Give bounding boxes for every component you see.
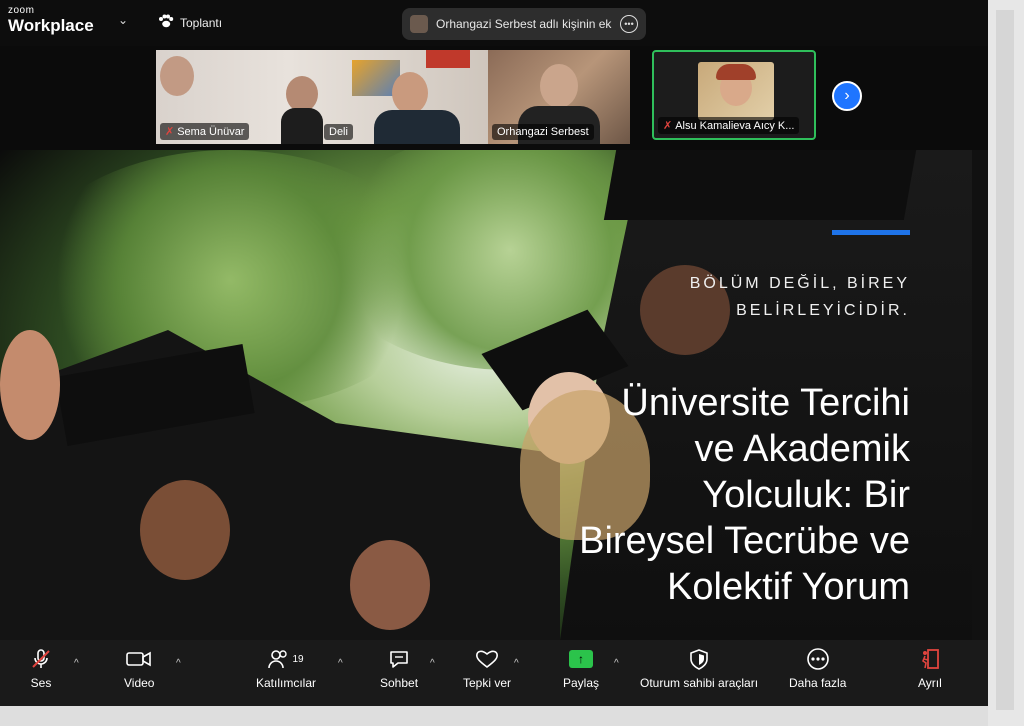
more-options-icon[interactable]: •••: [620, 15, 638, 33]
graduate-face: [350, 540, 430, 630]
slide-accent-line: [832, 230, 910, 235]
next-page-button[interactable]: ›: [832, 81, 862, 111]
exit-door-icon: [919, 648, 941, 670]
share-arrow-icon: ↑: [569, 648, 594, 670]
chat-button[interactable]: Sohbet: [380, 648, 418, 690]
leave-button[interactable]: Ayrıl: [918, 648, 942, 690]
participant-name-label: ✗ Alsu Kamalieva Aıcy K...: [658, 117, 800, 134]
chat-bubble-icon: [388, 648, 410, 670]
video-button[interactable]: Video: [124, 648, 154, 690]
shared-screen: BÖLÜM DEĞİL, BİREY BELİRLEYİCİDİR. Ünive…: [0, 150, 972, 640]
screen-share-indicator[interactable]: Orhangazi Serbest adlı kişinin ekra •••: [402, 8, 646, 40]
logo-small: zoom: [8, 5, 35, 16]
participant-tile[interactable]: ✗ Sema Ünüvar Deli: [156, 50, 488, 144]
mic-muted-icon: ✗: [165, 126, 175, 138]
chat-options-caret[interactable]: ^: [430, 658, 435, 669]
chevron-right-icon: ›: [844, 87, 850, 104]
paw-icon: [158, 14, 174, 31]
slide-tagline: BÖLÜM DEĞİL, BİREY BELİRLEYİCİDİR.: [689, 275, 910, 319]
slide-title: Üniversite Tercihi ve Akademik Yolculuk:…: [579, 382, 910, 608]
more-dots-icon: [806, 648, 830, 670]
logo-big: Workplace: [8, 16, 94, 35]
video-camera-icon: [126, 648, 152, 670]
participants-icon: 19: [268, 648, 304, 670]
meeting-label: Toplantı: [180, 15, 223, 30]
participant-avatar: [698, 62, 774, 120]
react-options-caret[interactable]: ^: [514, 658, 519, 669]
share-indicator-text: Orhangazi Serbest adlı kişinin ekra: [436, 17, 612, 31]
participant-tile[interactable]: Orhangazi Serbest: [488, 50, 630, 144]
video-options-caret[interactable]: ^: [176, 658, 181, 669]
shield-icon: [689, 648, 709, 670]
participant-name-label: Deli: [324, 124, 353, 140]
share-options-caret[interactable]: ^: [614, 658, 619, 669]
participant-strip: ✗ Sema Ünüvar Deli Orhangazi Serbest ✗ A…: [0, 46, 988, 150]
heart-icon: [475, 648, 499, 670]
participants-button[interactable]: 19 Katılımcılar: [256, 648, 316, 690]
participants-count: 19: [292, 653, 304, 665]
graduate-face: [0, 330, 60, 440]
share-screen-button[interactable]: ↑ Paylaş: [563, 648, 599, 690]
host-tools-button[interactable]: Oturum sahibi araçları: [640, 648, 758, 690]
more-button[interactable]: Daha fazla: [789, 648, 846, 690]
graduate-face: [140, 480, 230, 580]
mic-muted-icon: [30, 648, 52, 670]
mic-muted-icon: ✗: [663, 120, 673, 132]
top-bar: zoom Workplace ⌄ Toplantı Orhangazi Serb…: [0, 0, 988, 46]
participant-tile-active-speaker[interactable]: ✗ Alsu Kamalieva Aıcy K...: [652, 50, 816, 140]
meeting-toolbar: Ses ^ Video ^ 19 Katılımcılar ^ Sohbet ^: [0, 640, 988, 706]
audio-options-caret[interactable]: ^: [74, 658, 79, 669]
meeting-info-button[interactable]: Toplantı: [158, 14, 222, 31]
window-bottom-edge: [0, 706, 988, 726]
zoom-window: zoom Workplace ⌄ Toplantı Orhangazi Serb…: [0, 0, 988, 706]
window-margin: [988, 0, 1024, 726]
participant-name-label: Orhangazi Serbest: [492, 124, 594, 140]
sharer-avatar: [410, 15, 428, 33]
participants-options-caret[interactable]: ^: [338, 658, 343, 669]
react-button[interactable]: Tepki ver: [463, 648, 511, 690]
audio-button[interactable]: Ses: [30, 648, 52, 690]
zoom-logo: zoom Workplace: [8, 6, 94, 36]
participant-name-label: ✗ Sema Ünüvar: [160, 123, 250, 140]
chevron-down-icon[interactable]: ⌄: [118, 13, 128, 27]
